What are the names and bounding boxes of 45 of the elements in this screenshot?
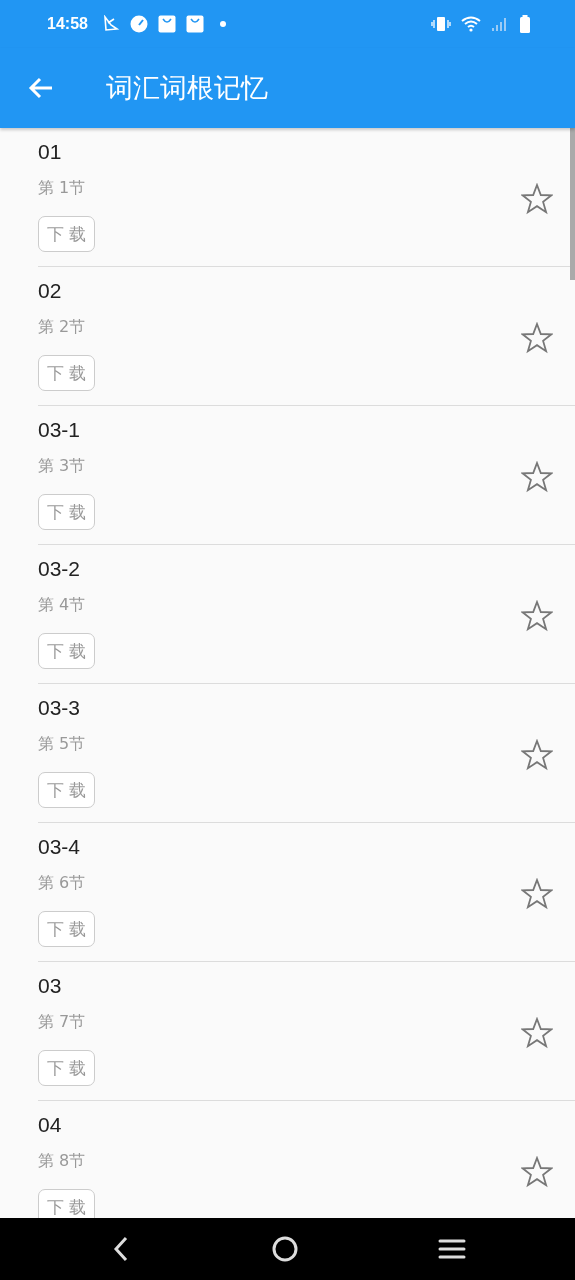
lesson-subtitle: 第 6节 (38, 872, 86, 894)
lesson-title: 03-3 (38, 695, 81, 721)
lesson-subtitle: 第 3节 (38, 455, 86, 477)
star-button[interactable] (521, 878, 553, 910)
star-button[interactable] (521, 322, 553, 354)
star-button[interactable] (521, 1156, 553, 1188)
dot-icon (219, 21, 226, 27)
star-button[interactable] (521, 739, 553, 771)
battery-icon (519, 15, 531, 33)
signal-icon (491, 16, 509, 32)
lesson-title: 03-4 (38, 834, 81, 860)
lesson-subtitle: 第 5节 (38, 733, 86, 755)
star-button[interactable] (521, 600, 553, 632)
gauge-icon (129, 15, 148, 33)
star-button[interactable] (521, 461, 553, 493)
download-button[interactable]: 下 载 (38, 216, 95, 252)
download-button[interactable]: 下 载 (38, 1189, 95, 1218)
lesson-subtitle: 第 7节 (38, 1011, 86, 1033)
download-button[interactable]: 下 载 (38, 772, 95, 808)
menu-nav-button[interactable] (438, 1237, 466, 1261)
lesson-title: 01 (38, 139, 62, 165)
home-nav-button[interactable] (270, 1235, 299, 1263)
lesson-title: 03-1 (38, 417, 81, 443)
download-button[interactable]: 下 载 (38, 494, 95, 530)
lesson-title: 03-2 (38, 556, 81, 582)
lesson-subtitle: 第 8节 (38, 1150, 86, 1172)
wifi-icon (461, 16, 481, 32)
shopping-bag-icon (185, 15, 204, 33)
lesson-title: 04 (38, 1112, 62, 1138)
download-button[interactable]: 下 载 (38, 1050, 95, 1086)
lesson-subtitle: 第 4节 (38, 594, 86, 616)
notification-icon (101, 15, 120, 33)
download-button[interactable]: 下 载 (38, 911, 95, 947)
download-button[interactable]: 下 载 (38, 633, 95, 669)
shopping-bag-icon (157, 15, 176, 33)
lesson-title: 03 (38, 973, 62, 999)
status-time: 14:58 (47, 15, 88, 33)
page-title: 词汇词根记忆 (106, 71, 268, 105)
lesson-subtitle: 第 2节 (38, 316, 86, 338)
star-button[interactable] (521, 1017, 553, 1049)
download-button[interactable]: 下 载 (38, 355, 95, 391)
vibrate-icon (431, 16, 451, 32)
star-button[interactable] (521, 183, 553, 215)
lesson-subtitle: 第 1节 (38, 177, 86, 199)
lesson-title: 02 (38, 278, 62, 304)
